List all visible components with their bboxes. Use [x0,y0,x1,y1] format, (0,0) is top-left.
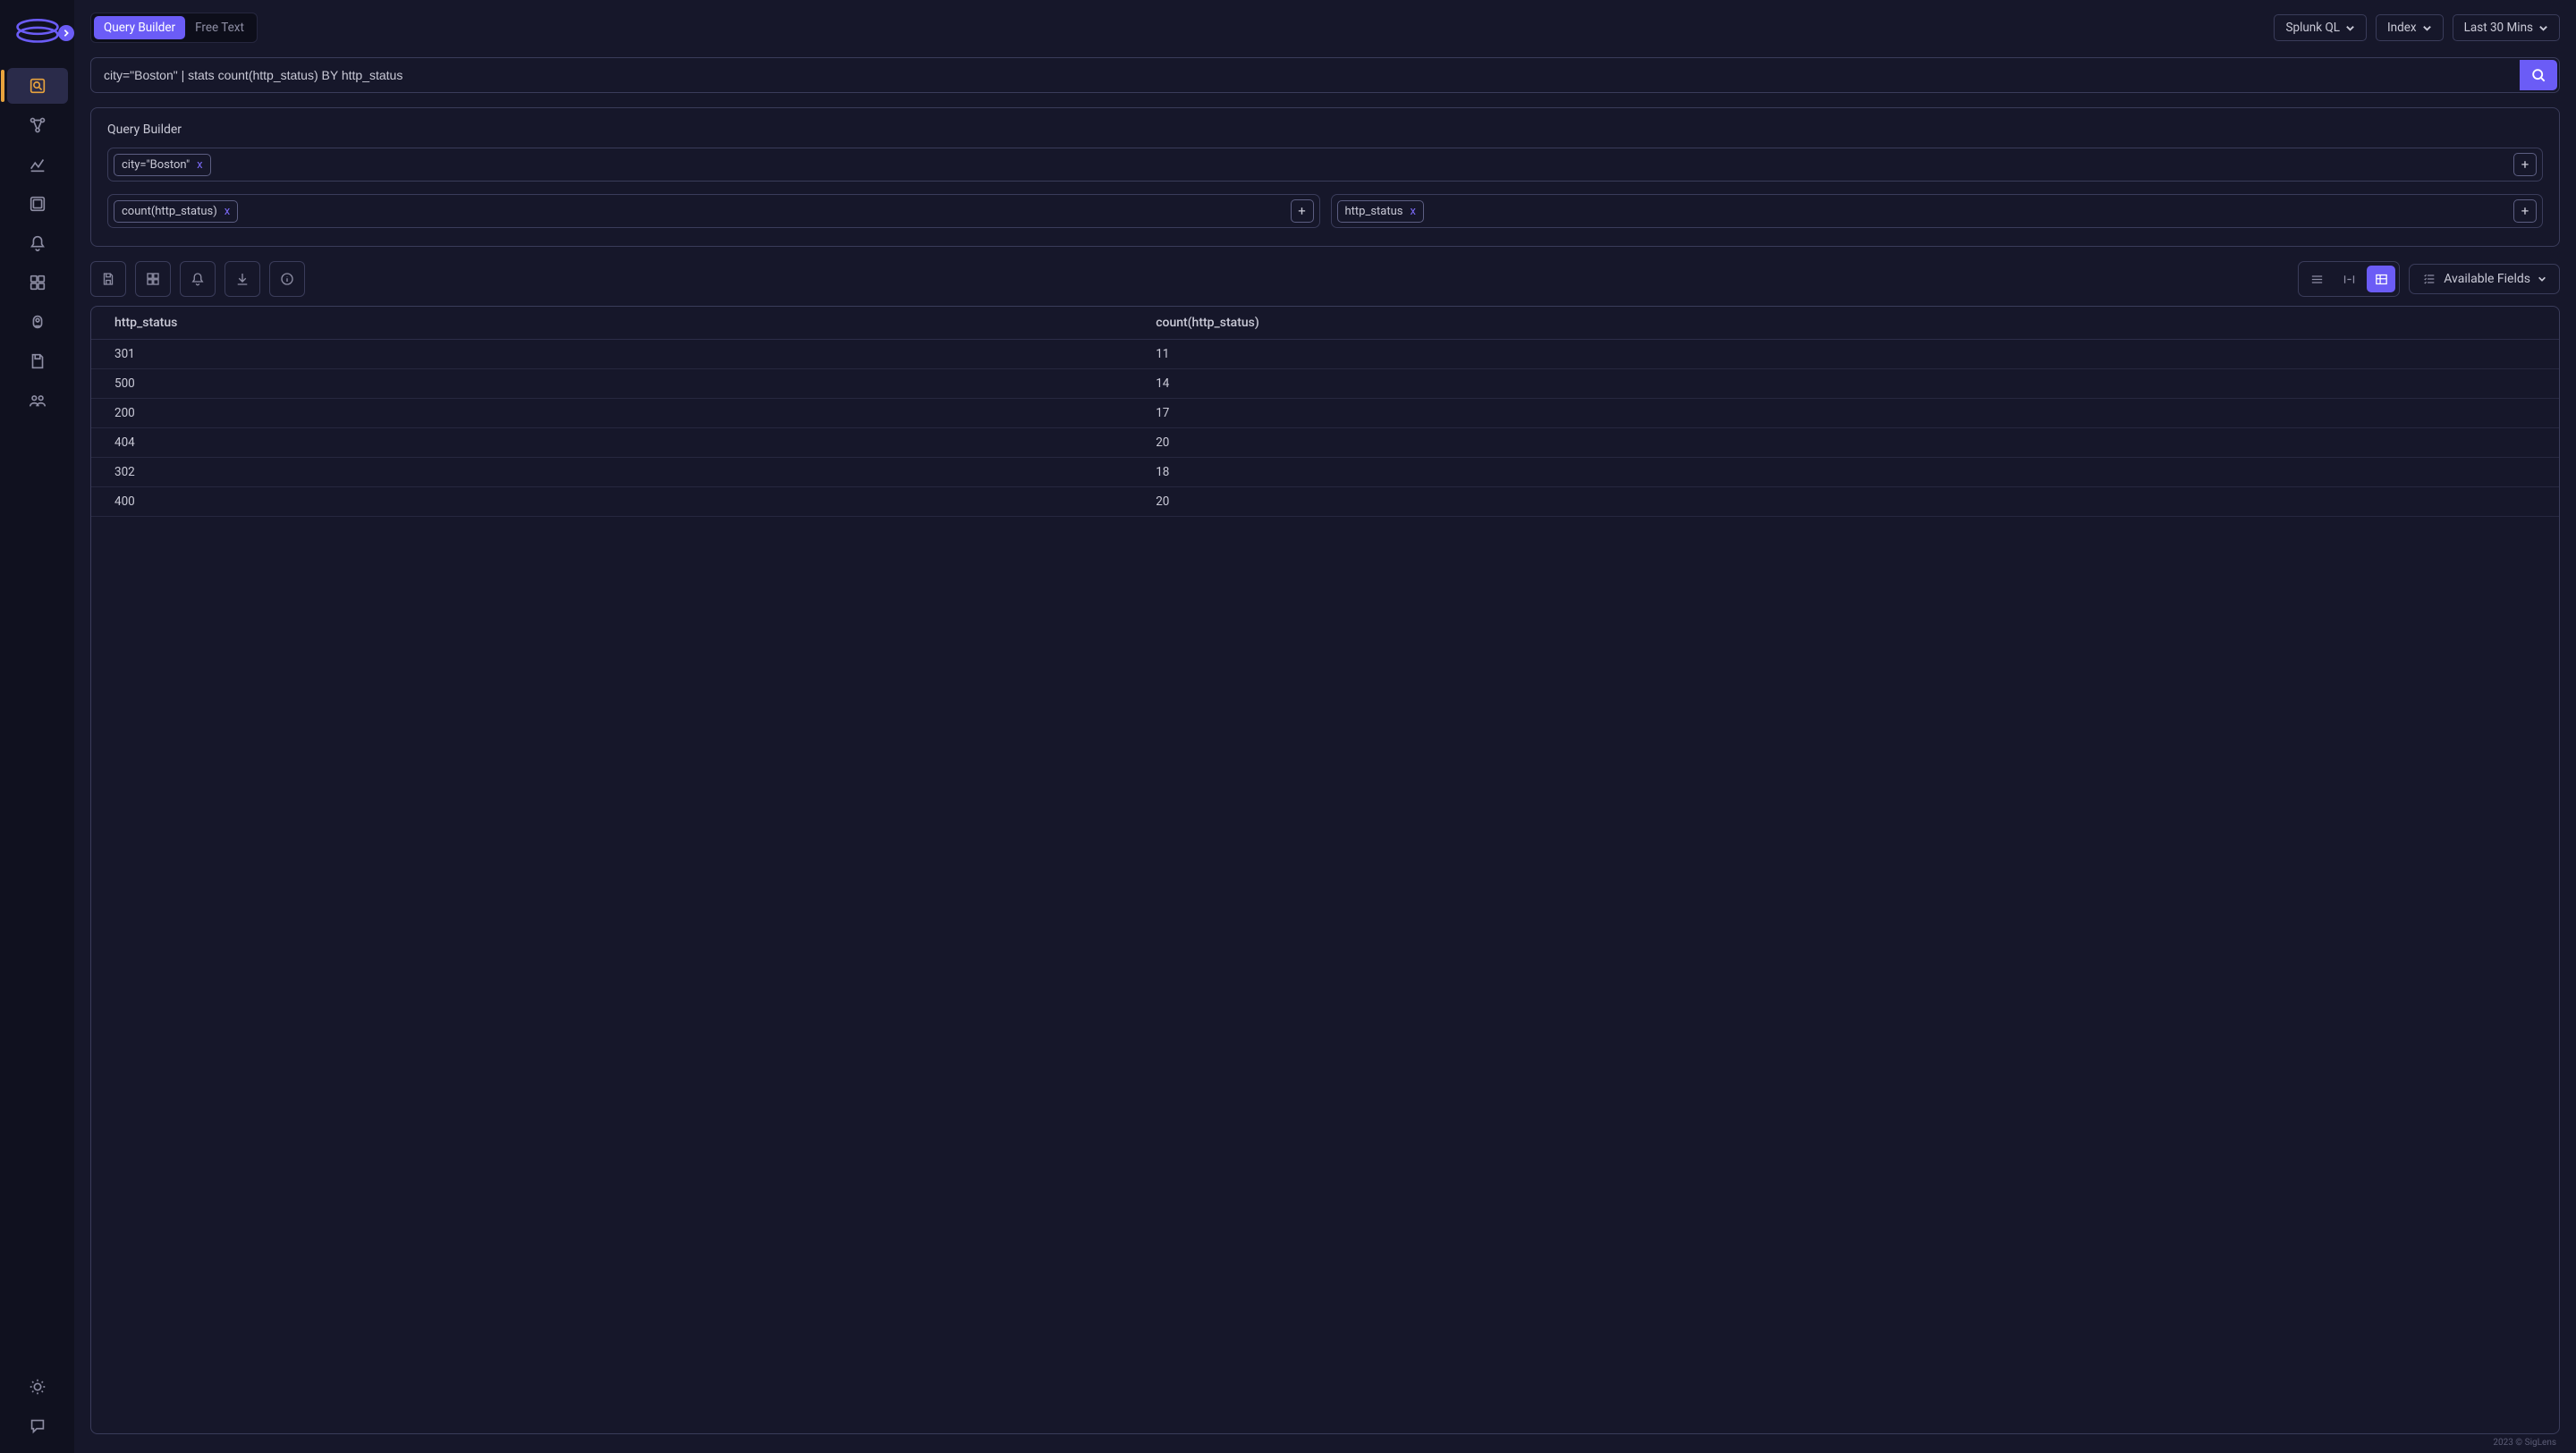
bell-icon [190,271,206,287]
results-table: http_status count(http_status) 301115001… [90,306,2560,1434]
sidebar-item-tracing[interactable] [7,107,68,143]
add-agg-button[interactable]: + [1291,199,1314,223]
wrap-icon [2342,272,2357,287]
table-cell: 17 [1132,399,2559,428]
table-cell: 14 [1132,369,2559,399]
chevron-down-icon [2345,23,2355,33]
search-button[interactable] [2520,60,2557,90]
table-icon [2374,272,2389,287]
sidebar-item-apps[interactable] [7,265,68,300]
sidebar [0,0,74,1453]
query-builder-panel: Query Builder city="Boston" x + count(ht… [90,107,2560,247]
tab-query-builder[interactable]: Query Builder [94,16,185,39]
chevron-down-icon [2422,23,2432,33]
download-button[interactable] [225,261,260,297]
available-fields-label: Available Fields [2444,272,2530,286]
table-row[interactable]: 50014 [91,369,2559,399]
view-mode-group [2298,261,2400,297]
view-table[interactable] [2367,266,2395,292]
list-check-icon [2422,272,2436,286]
table-cell: 200 [91,399,1132,428]
sidebar-item-saved[interactable] [7,343,68,379]
footer-copyright: 2023 © SigLens [90,1434,2560,1449]
table-cell: 20 [1132,428,2559,458]
sidebar-item-theme[interactable] [7,1369,68,1405]
chevron-down-icon [2538,23,2548,33]
aggregation-row[interactable]: count(http_status) x + [107,194,1320,228]
col-header[interactable]: count(http_status) [1132,307,2559,340]
table-cell: 404 [91,428,1132,458]
sidebar-expand-icon[interactable] [58,25,74,41]
search-input[interactable] [91,58,2518,92]
available-fields-button[interactable]: Available Fields [2409,264,2560,294]
table-row[interactable]: 20017 [91,399,2559,428]
table-row[interactable]: 40420 [91,428,2559,458]
grid-icon [145,271,161,287]
chevron-down-icon [2538,275,2546,283]
mode-tabs: Query Builder Free Text [90,13,258,43]
groupby-row[interactable]: http_status x + [1331,194,2544,228]
table-row[interactable]: 30111 [91,340,2559,369]
table-header-row: http_status count(http_status) [91,307,2559,340]
create-alert-button[interactable] [180,261,216,297]
query-builder-title: Query Builder [107,122,2543,137]
save-query-button[interactable] [90,261,126,297]
add-to-dashboard-button[interactable] [135,261,171,297]
table-cell: 18 [1132,458,2559,487]
dropdown-query-lang-label: Splunk QL [2285,21,2340,35]
chip-remove-icon[interactable]: x [197,158,202,172]
table-row[interactable]: 30218 [91,458,2559,487]
sidebar-item-dashboards[interactable] [7,186,68,222]
table-cell: 301 [91,340,1132,369]
table-cell: 11 [1132,340,2559,369]
sidebar-item-search[interactable] [7,68,68,104]
col-header[interactable]: http_status [91,307,1132,340]
groupby-chip[interactable]: http_status x [1337,200,1424,223]
dropdown-timerange-label: Last 30 Mins [2464,21,2533,35]
add-filter-button[interactable]: + [2513,153,2537,176]
table-cell: 302 [91,458,1132,487]
sidebar-item-minion[interactable] [7,304,68,340]
table-row[interactable]: 40020 [91,487,2559,517]
tab-free-text[interactable]: Free Text [188,13,257,42]
table-cell: 20 [1132,487,2559,517]
agg-chip[interactable]: count(http_status) x [114,200,238,223]
filter-chip[interactable]: city="Boston" x [114,154,211,176]
download-icon [234,271,250,287]
info-icon [279,271,295,287]
sidebar-item-alerts[interactable] [7,225,68,261]
dropdown-index-label: Index [2387,21,2417,35]
view-single-line[interactable] [2302,266,2331,292]
chip-remove-icon[interactable]: x [225,205,230,218]
search-icon [2529,66,2547,84]
sidebar-item-org[interactable] [7,383,68,418]
table-cell: 500 [91,369,1132,399]
logo[interactable] [6,11,69,55]
groupby-chip-label: http_status [1345,205,1403,218]
view-wrap-line[interactable] [2334,266,2363,292]
add-groupby-button[interactable]: + [2513,199,2537,223]
agg-chip-label: count(http_status) [122,205,217,218]
sidebar-item-metrics[interactable] [7,147,68,182]
info-button[interactable] [269,261,305,297]
filter-row[interactable]: city="Boston" x + [107,148,2543,182]
chip-remove-icon[interactable]: x [1411,205,1416,218]
dropdown-query-lang[interactable]: Splunk QL [2274,14,2367,41]
table-cell: 400 [91,487,1132,517]
sidebar-item-feedback[interactable] [7,1408,68,1444]
dropdown-index[interactable]: Index [2376,14,2444,41]
filter-chip-label: city="Boston" [122,158,190,172]
dropdown-timerange[interactable]: Last 30 Mins [2453,14,2560,41]
lines-icon [2309,272,2325,287]
save-icon [100,271,116,287]
